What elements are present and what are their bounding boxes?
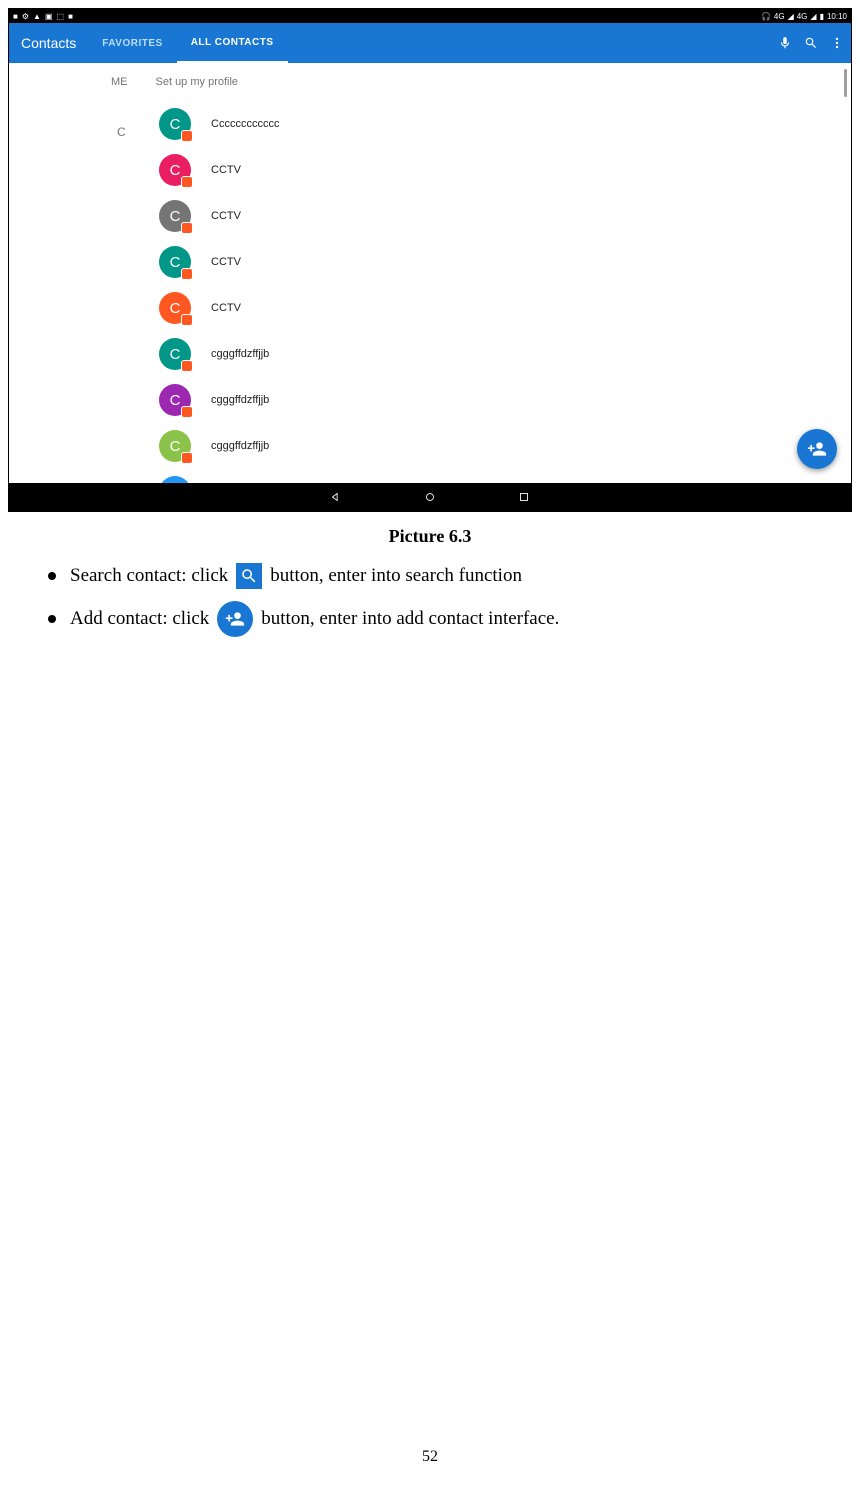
contact-name: cgggffdzffjjb xyxy=(211,394,269,406)
nav-bar xyxy=(9,483,851,511)
sim-badge-icon xyxy=(181,222,193,234)
bullet-dot-icon xyxy=(48,572,56,580)
contact-row[interactable]: C CCTV xyxy=(159,239,851,285)
status-bar: ■ ⚙ ▲ ▣ ⬚ ■ 🎧 4G ◢ 4G ◢ ▮ 10:10 xyxy=(9,9,851,23)
signal-text: 4G xyxy=(774,12,785,21)
profile-row[interactable]: ME Set up my profile xyxy=(9,63,851,101)
document-body: Search contact: click button, enter into… xyxy=(0,547,860,637)
contact-avatar: C xyxy=(159,384,191,416)
notification-icon: ⬚ xyxy=(57,12,65,21)
contact-name: cgggffdzffjjb xyxy=(211,348,269,360)
contact-row[interactable]: C CCTV xyxy=(159,193,851,239)
recents-icon[interactable] xyxy=(517,490,531,504)
clock-text: 10:10 xyxy=(827,12,847,21)
signal-icon: ◢ xyxy=(788,12,794,21)
contact-name: CCTV xyxy=(211,210,241,222)
notification-icon: ▲ xyxy=(33,12,41,21)
sim-badge-icon xyxy=(181,406,193,418)
bullet-search: Search contact: click button, enter into… xyxy=(48,563,830,589)
search-button-icon xyxy=(236,563,262,589)
contact-row[interactable]: C CCTV xyxy=(159,285,851,331)
me-label: ME xyxy=(111,76,128,88)
add-button-icon xyxy=(217,601,253,637)
contact-list: C Cccccccccccc C CCTV C CCTV C CCTV C CC… xyxy=(9,101,851,483)
contact-name: cgggffdzffjjb xyxy=(211,440,269,452)
contact-row[interactable]: C cgggffdzffjjb xyxy=(159,331,851,377)
add-contact-fab[interactable] xyxy=(797,429,837,469)
sim-badge-icon xyxy=(181,360,193,372)
contact-avatar: C xyxy=(159,246,191,278)
app-title: Contacts xyxy=(9,35,88,51)
battery-icon: ▮ xyxy=(820,12,824,21)
more-icon[interactable] xyxy=(829,35,845,51)
bullet-text: Search contact: click xyxy=(70,565,228,587)
notification-icon: ■ xyxy=(13,12,18,21)
contacts-screenshot: ■ ⚙ ▲ ▣ ⬚ ■ 🎧 4G ◢ 4G ◢ ▮ 10:10 Contacts… xyxy=(8,8,852,512)
figure-caption: Picture 6.3 xyxy=(0,526,860,547)
page-number: 52 xyxy=(0,1448,860,1466)
contact-name: CCTV xyxy=(211,256,241,268)
scroll-indicator[interactable] xyxy=(844,69,847,97)
headphones-icon: 🎧 xyxy=(761,12,771,21)
bullet-text: button, enter into search function xyxy=(270,565,522,587)
contact-row[interactable]: C cgggffdzffjjb xyxy=(159,423,851,469)
notification-icon: ■ xyxy=(68,12,73,21)
contact-avatar: C xyxy=(159,154,191,186)
contact-avatar: C xyxy=(159,108,191,140)
contact-row[interactable]: C Cccccccccccc xyxy=(159,101,851,147)
contact-avatar: C xyxy=(159,476,191,483)
contact-name: CCTV xyxy=(211,302,241,314)
contacts-content: ME Set up my profile C C Cccccccccccc C … xyxy=(9,63,851,483)
signal-text: 4G xyxy=(797,12,808,21)
contact-avatar: C xyxy=(159,292,191,324)
tab-all-contacts[interactable]: ALL CONTACTS xyxy=(177,23,288,63)
back-icon[interactable] xyxy=(329,490,343,504)
bullet-dot-icon xyxy=(48,615,56,623)
bullet-add: Add contact: click button, enter into ad… xyxy=(48,601,830,637)
bullet-text: Add contact: click xyxy=(70,608,209,630)
sim-badge-icon xyxy=(181,268,193,280)
app-bar: Contacts FAVORITES ALL CONTACTS xyxy=(9,23,851,63)
search-icon[interactable] xyxy=(803,35,819,51)
contact-row[interactable]: C CCTV xyxy=(159,147,851,193)
signal-icon: ◢ xyxy=(810,12,816,21)
contact-row[interactable]: C cgggffdzffjjb xyxy=(159,469,851,483)
tab-favorites[interactable]: FAVORITES xyxy=(88,23,176,63)
contact-avatar: C xyxy=(159,430,191,462)
contact-name: CCTV xyxy=(211,164,241,176)
bullet-text: button, enter into add contact interface… xyxy=(261,608,559,630)
contact-name: Cccccccccccc xyxy=(211,118,279,130)
contact-avatar: C xyxy=(159,338,191,370)
contact-avatar: C xyxy=(159,200,191,232)
sim-badge-icon xyxy=(181,176,193,188)
notification-icon: ⚙ xyxy=(22,12,29,21)
sim-badge-icon xyxy=(181,314,193,326)
section-letter: C xyxy=(117,125,126,139)
setup-profile-text: Set up my profile xyxy=(156,76,239,88)
sim-badge-icon xyxy=(181,452,193,464)
home-icon[interactable] xyxy=(423,490,437,504)
mic-icon[interactable] xyxy=(777,35,793,51)
contact-row[interactable]: C cgggffdzffjjb xyxy=(159,377,851,423)
sim-badge-icon xyxy=(181,130,193,142)
notification-icon: ▣ xyxy=(45,12,53,21)
